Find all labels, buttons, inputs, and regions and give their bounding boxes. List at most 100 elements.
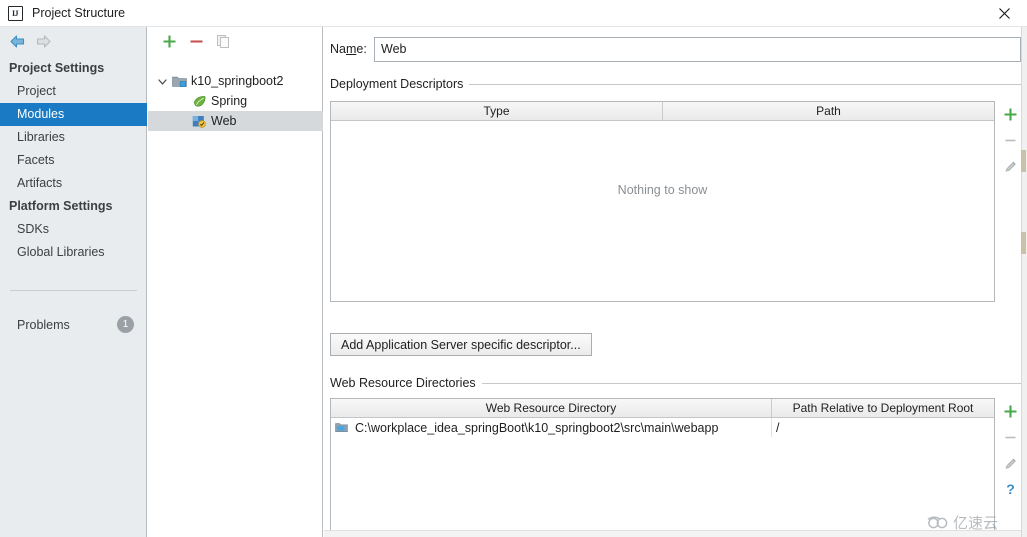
column-header-web-resource-directory[interactable]: Web Resource Directory — [331, 399, 772, 417]
sidebar-item-project[interactable]: Project — [0, 80, 147, 103]
copy-icon — [217, 34, 229, 48]
background-window-marker — [1021, 232, 1026, 254]
folder-icon — [335, 421, 351, 435]
watermark-text: 亿速云 — [953, 514, 999, 532]
edit-web-resource-button[interactable] — [998, 450, 1022, 476]
sidebar-item-global-libraries[interactable]: Global Libraries — [0, 241, 147, 264]
dialog-bottom-strip — [324, 530, 1027, 537]
section-rule — [481, 382, 1021, 384]
add-app-server-descriptor-button[interactable]: Add Application Server specific descript… — [330, 333, 592, 356]
spring-leaf-icon — [193, 95, 205, 107]
module-folder-icon — [170, 71, 188, 91]
table-row[interactable]: C:\workplace_idea_springBoot\k10_springb… — [331, 418, 994, 437]
web-resource-directory-text: C:\workplace_idea_springBoot\k10_springb… — [355, 420, 719, 435]
tree-node-label: k10_springboot2 — [191, 74, 284, 88]
help-button[interactable]: ? — [998, 476, 1022, 502]
pencil-icon — [1005, 161, 1016, 172]
module-tree: k10_springboot2 Spring Web — [148, 71, 323, 131]
module-tree-toolbar — [148, 27, 323, 55]
intellij-logo: IJ — [7, 5, 23, 21]
sidebar-item-facets[interactable]: Facets — [0, 149, 147, 172]
chevron-down-icon[interactable] — [154, 71, 170, 91]
problems-label: Problems — [17, 317, 70, 332]
svg-text:?: ? — [1006, 481, 1015, 497]
sidebar-item-problems[interactable]: Problems 1 — [0, 313, 147, 336]
sidebar-item-modules[interactable]: Modules — [0, 103, 147, 126]
sidebar-group-title: Platform Settings — [9, 199, 113, 213]
plus-icon — [1004, 108, 1016, 120]
name-label-mnemonic: m — [345, 42, 357, 56]
arrow-right-icon — [36, 34, 51, 48]
minus-icon — [1005, 139, 1015, 141]
close-icon — [998, 7, 1010, 19]
project-structure-dialog: IJ Project Structure Project Settings Pro… — [0, 0, 1027, 537]
module-folder-icon — [171, 76, 187, 87]
cell-path-relative: / — [776, 420, 780, 435]
tree-node-web[interactable]: Web — [148, 111, 323, 131]
name-label-part2: e: — [356, 42, 367, 56]
web-facet-icon — [190, 111, 208, 131]
add-descriptor-button[interactable] — [998, 101, 1022, 127]
forward-button[interactable] — [30, 29, 56, 53]
sidebar-item-sdks[interactable]: SDKs — [0, 218, 147, 241]
web-resource-table-toolbar: ? — [997, 398, 1023, 502]
plus-icon — [1004, 405, 1016, 417]
deployment-descriptors-title: Deployment Descriptors — [330, 77, 464, 91]
minus-icon — [1005, 436, 1015, 438]
settings-sidebar: Project Settings Project Modules Libraries F… — [0, 27, 147, 537]
tree-node-spring[interactable]: Spring — [148, 91, 323, 111]
tree-node-k10_springboot2[interactable]: k10_springboot2 — [148, 71, 323, 91]
back-button[interactable] — [4, 29, 30, 53]
close-button[interactable] — [981, 0, 1027, 26]
sidebar-item-libraries[interactable]: Libraries — [0, 126, 147, 149]
arrow-left-icon — [9, 34, 24, 48]
remove-module-button[interactable] — [183, 29, 210, 53]
window-title: Project Structure — [32, 6, 126, 20]
edit-descriptor-button[interactable] — [998, 153, 1022, 179]
sidebar-group-title: Project Settings — [9, 61, 105, 75]
tree-node-label: Web — [211, 114, 237, 128]
problems-count-badge: 1 — [117, 316, 134, 333]
web-resource-directories-section-header: Web Resource Directories — [330, 376, 1021, 390]
settings-nav-list: Project Settings Project Modules Libraries F… — [0, 57, 147, 264]
background-window-marker — [1021, 150, 1026, 172]
copy-module-button[interactable] — [210, 29, 237, 53]
web-facet-icon — [192, 115, 206, 128]
add-module-button[interactable] — [156, 29, 183, 53]
module-editor-panel: Name: Deployment Descriptors Type Path N… — [324, 27, 1027, 537]
title-bar: IJ Project Structure — [0, 0, 1027, 26]
section-rule — [469, 83, 1021, 85]
remove-web-resource-button[interactable] — [998, 424, 1022, 450]
column-header-type[interactable]: Type — [331, 102, 663, 120]
add-web-resource-button[interactable] — [998, 398, 1022, 424]
cloud-logo-icon — [927, 516, 948, 529]
module-name-input[interactable] — [374, 36, 1021, 62]
sidebar-nav-arrows — [0, 27, 147, 55]
name-label-part1: Na — [330, 42, 346, 56]
module-tree-panel: k10_springboot2 Spring Web — [148, 27, 323, 537]
pencil-icon — [1005, 458, 1016, 469]
column-header-path-relative[interactable]: Path Relative to Deployment Root — [772, 399, 994, 417]
remove-descriptor-button[interactable] — [998, 127, 1022, 153]
web-resource-directories-table[interactable]: Web Resource Directory Path Relative to … — [330, 398, 995, 537]
module-name-row: Name: — [330, 36, 1021, 62]
minus-icon — [190, 39, 203, 43]
web-resource-table-header: Web Resource Directory Path Relative to … — [331, 399, 994, 418]
sidebar-divider — [10, 290, 137, 291]
spring-leaf-icon — [190, 91, 208, 111]
sidebar-item-artifacts[interactable]: Artifacts — [0, 172, 147, 195]
question-mark-icon: ? — [1006, 481, 1015, 497]
app-logo-icon: IJ — [7, 5, 23, 21]
module-name-label: Name: — [330, 42, 374, 56]
deployment-descriptors-table[interactable]: Type Path Nothing to show — [330, 101, 995, 302]
folder-icon — [335, 423, 348, 432]
plus-icon — [163, 35, 176, 47]
deployment-descriptors-section-header: Deployment Descriptors — [330, 77, 1021, 91]
column-header-path[interactable]: Path — [663, 102, 994, 120]
deployment-empty-message: Nothing to show — [617, 183, 708, 197]
cell-web-resource-directory: C:\workplace_idea_springBoot\k10_springb… — [331, 418, 772, 437]
tree-node-label: Spring — [211, 94, 248, 108]
deployment-table-header: Type Path — [331, 102, 994, 121]
